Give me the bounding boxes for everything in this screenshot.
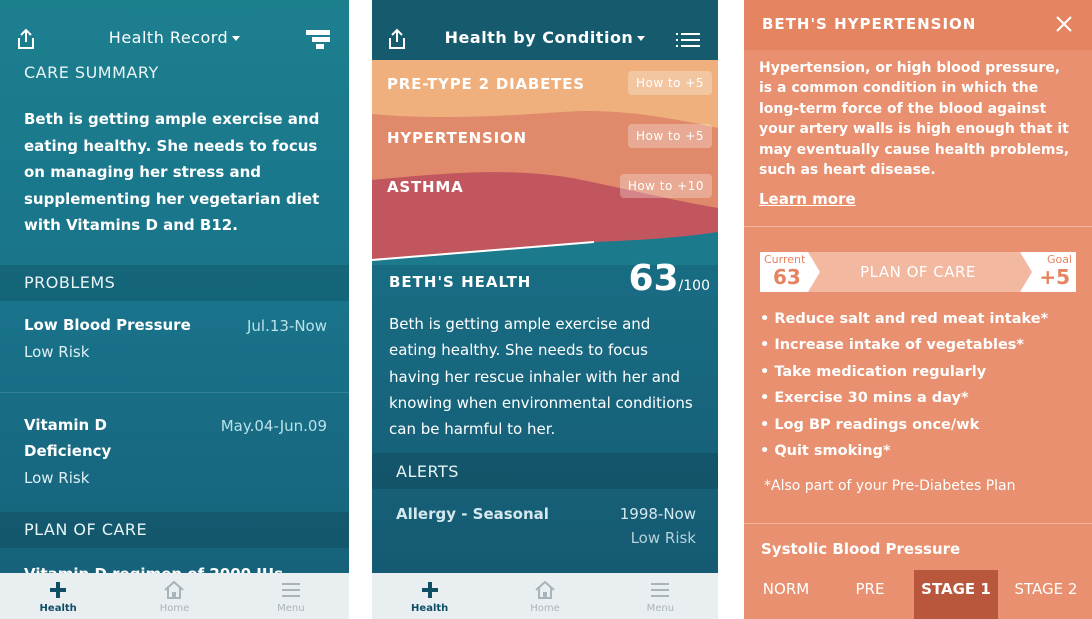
plus-icon <box>50 582 67 598</box>
problem-date: Jul.13-Now <box>246 317 327 335</box>
plan-bullet: • Increase intake of vegetables* <box>760 337 1024 354</box>
condition-name: ASTHMA <box>387 178 464 196</box>
plus-icon <box>421 582 438 598</box>
problem-name: Low Blood Pressure <box>24 316 191 334</box>
systolic-title: Systolic Blood Pressure <box>761 540 961 558</box>
condition-name: PRE-TYPE 2 DIABETES <box>387 75 585 93</box>
header-title: Health Record <box>108 28 229 47</box>
home-icon <box>535 580 555 599</box>
condition-name: HYPERTENSION <box>387 129 527 147</box>
problem-name-line1: Vitamin D <box>24 416 107 434</box>
plan-bullet: • Exercise 30 mins a day* <box>760 390 969 407</box>
beths-health-title: BETH'S HEALTH <box>389 273 532 291</box>
alerts-heading: ALERTS <box>396 462 459 481</box>
tab-health[interactable]: Health <box>0 573 116 619</box>
alert-risk: Low Risk <box>630 529 696 547</box>
health-score-value: 63 <box>628 258 679 299</box>
howto-button[interactable]: How to +10 <box>619 174 712 198</box>
plan-bullet: • Take medication regularly <box>760 363 987 380</box>
bp-stage-scale: NORM PRE STAGE 1 STAGE 2 <box>744 570 1092 619</box>
tab-health[interactable]: Health <box>372 573 487 619</box>
header: Health Record <box>0 0 349 62</box>
plan-bullet: • Reduce salt and red meat intake* <box>760 311 1049 327</box>
plan-bullet: • Quit smoking* <box>760 443 891 460</box>
divider <box>0 392 349 393</box>
stage-pre[interactable]: PRE <box>830 570 910 619</box>
learn-more-link[interactable]: Learn more <box>759 190 856 208</box>
detail-title: BETH'S HYPERTENSION <box>762 15 977 33</box>
tab-label: Home <box>159 603 190 614</box>
tab-bar: Health Home Menu <box>0 573 349 619</box>
stage-2[interactable]: STAGE 2 <box>1002 570 1090 619</box>
problem-risk: Low Risk <box>24 343 90 361</box>
health-score: 63/100 <box>628 258 710 299</box>
tab-bar: Health Home Menu <box>372 573 718 619</box>
stage-1[interactable]: STAGE 1 <box>914 570 998 619</box>
problem-name-line2: Deficiency <box>24 442 112 460</box>
health-summary-text: Beth is getting ample exercise and eatin… <box>389 315 693 439</box>
howto-button[interactable]: How to +5 <box>627 124 712 148</box>
footnote: *Also part of your Pre-Diabetes Plan <box>764 478 1016 494</box>
header-title: Health by Condition <box>444 28 634 47</box>
problem-risk: Low Risk <box>24 469 90 487</box>
divider <box>744 226 1092 227</box>
howto-button[interactable]: How to +5 <box>627 71 712 95</box>
alert-date: 1998-Now <box>619 505 696 523</box>
problems-heading: PROBLEMS <box>24 273 116 292</box>
close-icon[interactable] <box>1055 15 1073 33</box>
care-summary-heading: CARE SUMMARY <box>24 63 159 82</box>
timeline-icon[interactable] <box>306 30 332 50</box>
header-title-dropdown[interactable]: Health by Condition <box>372 28 718 47</box>
plan-bullet: • Log BP readings once/wk <box>760 416 980 433</box>
stage-norm[interactable]: NORM <box>750 570 822 619</box>
alert-name: Allergy - Seasonal <box>396 505 549 523</box>
list-icon[interactable] <box>676 32 700 48</box>
tab-home[interactable]: Home <box>487 573 602 619</box>
menu-icon <box>281 583 300 597</box>
tab-label: Menu <box>646 603 675 614</box>
care-summary-text: Beth is getting ample exercise and eatin… <box>24 110 320 234</box>
tab-label: Menu <box>277 603 305 614</box>
goal-value: +5 <box>1039 265 1070 289</box>
health-record-screen: Health Record CARE SUMMARY Beth is getti… <box>0 0 349 619</box>
hypertension-detail-screen: BETH'S HYPERTENSION Hypertension, or hig… <box>744 0 1092 619</box>
plan-of-care-bar: Current 63 PLAN OF CARE Goal +5 <box>760 252 1076 292</box>
home-icon <box>164 580 185 599</box>
menu-icon <box>651 583 670 597</box>
health-score-denominator: /100 <box>678 278 710 294</box>
divider <box>744 523 1092 524</box>
tab-label: Health <box>39 603 77 614</box>
tab-label: Home <box>530 603 560 614</box>
tab-menu[interactable]: Menu <box>603 573 718 619</box>
condition-description: Hypertension, or high blood pressure, is… <box>759 60 1070 179</box>
plan-heading: PLAN OF CARE <box>24 520 148 539</box>
chevron-down-icon <box>637 36 646 41</box>
plan-bullets: • Reduce salt and red meat intake* • Inc… <box>760 306 1082 464</box>
problem-date: May.04-Jun.09 <box>220 417 327 435</box>
health-by-condition-screen: Health by Condition PRE-TYPE 2 DIABETES … <box>372 0 718 619</box>
header-title-dropdown[interactable]: Health Record <box>0 28 349 47</box>
tab-home[interactable]: Home <box>116 573 232 619</box>
header: Health by Condition <box>372 0 718 62</box>
tab-label: Health <box>411 603 449 614</box>
chevron-down-icon <box>232 36 241 41</box>
tab-menu[interactable]: Menu <box>233 573 349 619</box>
